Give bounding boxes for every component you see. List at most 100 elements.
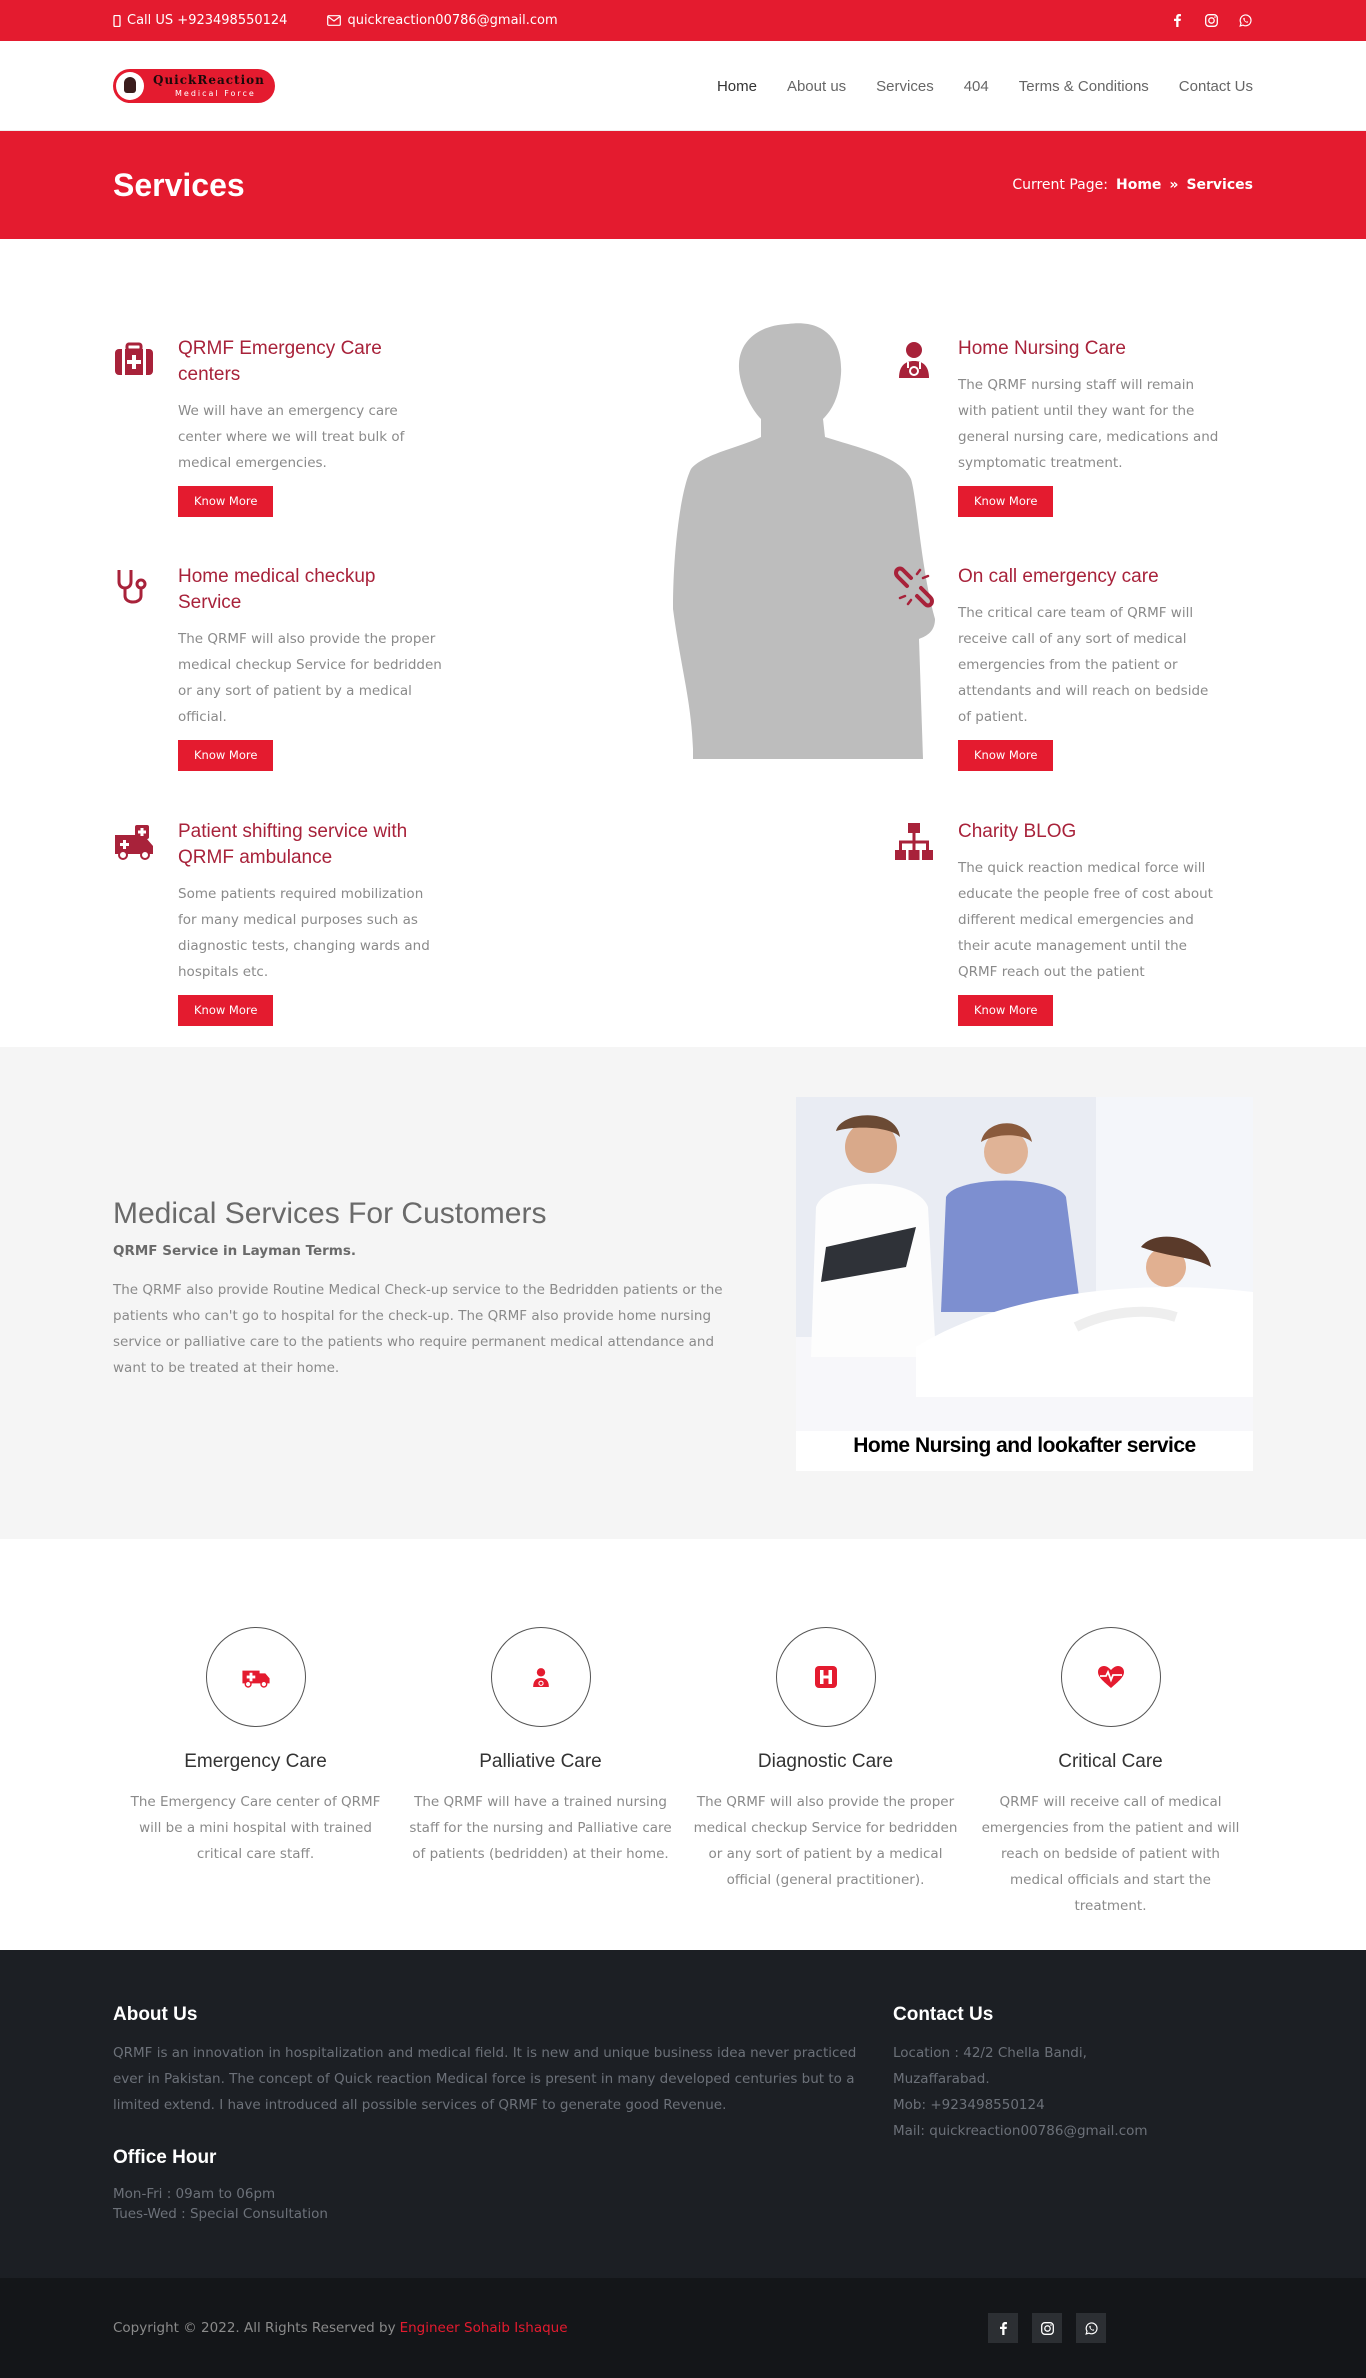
service-charity-blog: Charity BLOG The quick reaction medical … [893,819,1223,1026]
nursing-photo: Home Nursing and lookafter service [796,1097,1253,1471]
service-title: Charity BLOG [958,821,1077,842]
site-logo[interactable]: QuickReaction Medical Force [113,69,275,103]
breadcrumb-current: Services [1186,177,1253,193]
first-aid-kit-icon [115,342,153,375]
footer-hours-title: Office Hour [113,2147,217,2168]
stethoscope-icon [117,570,147,604]
breadcrumb-home[interactable]: Home [1116,177,1161,193]
mobile-icon [113,14,121,27]
know-more-button[interactable]: Know More [958,740,1054,771]
service-text: The critical care team of QRMF will rece… [958,605,1209,725]
footer-location: Location : 42/2 Chella Bandi, Muzaffarab… [893,2045,1087,2087]
know-more-button[interactable]: Know More [178,740,274,771]
features-section: Emergency Care The Emergency Care center… [0,1539,1366,1950]
facebook-icon[interactable] [988,2313,1018,2343]
service-home-checkup: Home medical checkup Service The QRMF wi… [113,564,443,771]
instagram-icon[interactable] [1203,13,1219,29]
feature-palliative-care: Palliative Care The QRMF will have a tra… [398,1539,683,1950]
nav-terms[interactable]: Terms & Conditions [1019,78,1149,95]
breadcrumb: Current Page: Home » Services [1012,177,1253,193]
whatsapp-icon[interactable] [1076,2313,1106,2343]
feature-diagnostic-care: Diagnostic Care The QRMF will also provi… [683,1539,968,1950]
copyright-bar: Copyright © 2022. All Rights Reserved by… [0,2278,1366,2378]
know-more-button[interactable]: Know More [958,995,1054,1026]
feature-text: The Emergency Care center of QRMF will b… [130,1794,381,1862]
nav-about[interactable]: About us [787,78,846,95]
ambulance-icon [115,825,153,860]
hospital-icon [814,1666,837,1688]
feature-title: Palliative Care [479,1751,602,1772]
nav-services[interactable]: Services [876,78,934,95]
instagram-icon[interactable] [1032,2313,1062,2343]
services-section: QRMF Emergency Care centers We will have… [0,239,1366,1047]
feature-critical-care: Critical Care QRMF will receive call of … [968,1539,1253,1950]
page-title: Services [113,166,245,203]
medical-text: The QRMF also provide Routine Medical Ch… [113,1282,723,1376]
footer-hours-1: Mon-Fri : 09am to 06pm [113,2186,276,2202]
top-bar: Call US +923498550124 quickreaction00786… [0,0,1366,41]
feature-icon-ring [1060,1627,1161,1727]
email-text: quickreaction00786@gmail.com [347,13,558,28]
service-text: The quick reaction medical force will ed… [958,860,1213,980]
navbar: QuickReaction Medical Force Home About u… [0,41,1366,131]
service-patient-shifting: Patient shifting service with QRMF ambul… [113,819,443,1026]
doctor-icon [899,342,929,378]
phone-contact[interactable]: Call US +923498550124 [113,13,287,28]
sitemap-icon [895,823,933,860]
service-emergency-centers: QRMF Emergency Care centers We will have… [113,336,443,517]
medical-services-section: Medical Services For Customers QRMF Serv… [0,1047,1366,1539]
footer: About Us QRMF is an innovation in hospit… [0,1950,1366,2278]
service-text: The QRMF will also provide the proper me… [178,631,442,725]
nav-home[interactable]: Home [717,78,757,95]
breadcrumb-separator: » [1169,177,1179,193]
feature-title: Critical Care [1058,1751,1163,1772]
footer-mail[interactable]: Mail: quickreaction00786@gmail.com [893,2118,1148,2144]
page-header: Services Current Page: Home » Services [0,131,1366,239]
footer-contact-title: Contact Us [893,2004,994,2025]
service-home-nursing: Home Nursing Care The QRMF nursing staff… [893,336,1223,517]
feature-text: The QRMF will have a trained nursing sta… [409,1794,672,1862]
feature-icon-ring [205,1627,306,1727]
service-title: QRMF Emergency Care centers [178,338,382,385]
email-contact[interactable]: quickreaction00786@gmail.com [327,13,558,28]
heartbeat-icon [1097,1666,1124,1688]
feature-title: Emergency Care [184,1751,327,1772]
service-title: Home Nursing Care [958,338,1126,359]
feature-text: The QRMF will also provide the proper me… [693,1794,958,1888]
medical-subtitle: QRMF Service in Layman Terms. [113,1243,357,1259]
footer-about-title: About Us [113,2004,198,2025]
photo-caption: Home Nursing and lookafter service [853,1434,1196,1457]
footer-mob[interactable]: Mob: +923498550124 [893,2092,1045,2118]
nav-contact[interactable]: Contact Us [1179,78,1253,95]
feature-icon-ring [775,1627,876,1727]
feature-text: QRMF will receive call of medical emerge… [981,1794,1240,1914]
main-menu: Home About us Services 404 Terms & Condi… [717,78,1253,95]
footer-hours-2: Tues-Wed : Special Consultation [113,2206,328,2222]
service-text: The QRMF nursing staff will remain with … [958,377,1219,471]
whatsapp-icon[interactable] [1237,13,1253,29]
service-title: Patient shifting service with QRMF ambul… [178,821,408,868]
feature-emergency-care: Emergency Care The Emergency Care center… [113,1539,398,1950]
feature-title: Diagnostic Care [757,1751,894,1772]
service-title: Home medical checkup Service [178,566,376,613]
medical-title: Medical Services For Customers [113,1197,547,1230]
doctor-icon [532,1668,549,1687]
feature-icon-ring [490,1627,591,1727]
facebook-icon[interactable] [1169,13,1185,29]
nursing-image [796,1097,1253,1431]
know-more-button[interactable]: Know More [178,486,274,517]
chain-link-icon [893,566,935,608]
service-text: We will have an emergency care center wh… [178,403,405,471]
ambulance-icon [241,1670,270,1688]
copyright-text: Copyright © 2022. All Rights Reserved by [113,2320,396,2336]
know-more-button[interactable]: Know More [178,995,274,1026]
service-title: On call emergency care [958,566,1159,587]
author-link[interactable]: Engineer Sohaib Ishaque [400,2320,568,2336]
envelope-icon [327,15,342,26]
service-text: Some patients required mobilization for … [178,886,430,980]
footer-about-text: QRMF is an innovation in hospitalization… [113,2045,857,2113]
nav-404[interactable]: 404 [964,78,989,95]
know-more-button[interactable]: Know More [958,486,1054,517]
breadcrumb-prefix: Current Page: [1012,177,1108,193]
service-on-call: On call emergency care The critical care… [893,564,1223,771]
